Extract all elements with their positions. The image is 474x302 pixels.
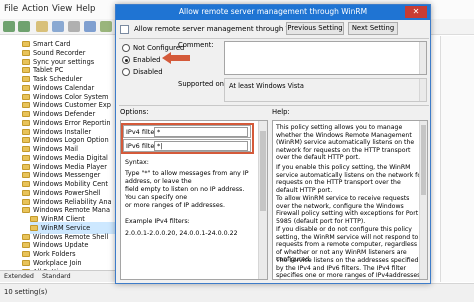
not-configured-label: Not Configured (133, 44, 185, 52)
disabled-label: Disabled (133, 68, 163, 76)
help-paragraph-1: This policy setting allows you to manage… (276, 124, 415, 162)
policy-tree[interactable]: Smart Card Sound Recorder Sync your settin… (0, 36, 116, 282)
help-paragraph-5: The service listens on the addresses spe… (276, 257, 423, 280)
help-label: Help: (272, 108, 290, 116)
status-text: 10 setting(s) (4, 288, 48, 296)
help-paragraph-2: If you enable this policy setting, the W… (276, 164, 424, 194)
export-list-icon[interactable] (68, 21, 80, 32)
syntax-line-2: field empty to listen on no IP address. … (125, 186, 245, 201)
supported-on-value: At least Windows Vista (229, 82, 304, 90)
options-label: Options: (120, 108, 149, 116)
red-arrow-annotation (162, 52, 190, 64)
previous-setting-button[interactable]: Previous Setting (286, 22, 344, 35)
radio-not-configured[interactable]: Not Configured (122, 44, 184, 52)
options-scrollbar[interactable] (258, 121, 267, 279)
radio-disabled[interactable]: Disabled (122, 68, 163, 76)
show-hide-tree-icon[interactable] (52, 21, 64, 32)
filter-highlight-annotation (121, 123, 254, 154)
options-panel: IPv4 filter: * IPv6 filter: *| Syntax: T… (120, 120, 268, 280)
radio-enabled[interactable]: Enabled (122, 56, 160, 64)
supported-scrollbar[interactable] (419, 79, 426, 101)
enabled-label: Enabled (133, 56, 161, 64)
supported-on-label: Supported on: (178, 80, 227, 88)
syntax-example-heading: Example IPv4 filters: (125, 218, 190, 225)
folder-icon (22, 207, 30, 214)
supported-on-box: At least Windows Vista (224, 78, 427, 102)
disabled-radio[interactable] (122, 68, 130, 76)
menu-action[interactable]: Action (22, 4, 49, 14)
syntax-line-3: or more ranges of IP addresses. (125, 202, 225, 209)
comment-textbox[interactable] (224, 41, 427, 75)
comment-label: Comment: (178, 41, 214, 49)
next-setting-button[interactable]: Next Setting (348, 22, 398, 35)
options-scroll-thumb[interactable] (260, 131, 266, 211)
menu-help[interactable]: Help (76, 4, 95, 14)
menu-view[interactable]: View (52, 4, 72, 14)
view-tabs[interactable]: Extended Standard (0, 270, 116, 282)
not-configured-radio[interactable] (122, 44, 130, 52)
help-icon[interactable] (84, 21, 96, 32)
policy-header-title: Allow remote server management through W… (134, 25, 310, 33)
help-panel: This policy setting allows you to manage… (272, 120, 428, 280)
right-pane-edge (440, 36, 474, 282)
header-divider (119, 38, 429, 39)
tab-standard[interactable]: Standard (42, 273, 71, 280)
dialog-titlebar[interactable]: Allow remote server management through W… (116, 5, 430, 20)
help-scrollbar[interactable] (419, 121, 427, 279)
back-icon[interactable] (3, 21, 15, 32)
policy-dialog: Allow remote server management through W… (115, 4, 431, 284)
syntax-line-1: Type "*" to allow messages from any IP a… (125, 170, 249, 185)
close-icon[interactable]: ✕ (405, 6, 427, 18)
tab-extended[interactable]: Extended (4, 273, 34, 280)
dialog-title: Allow remote server management through W… (178, 7, 368, 16)
enabled-radio[interactable] (122, 56, 130, 64)
help-scroll-thumb[interactable] (421, 125, 426, 195)
filter-icon[interactable] (100, 21, 112, 32)
syntax-example: 2.0.0.1-2.0.0.20, 24.0.0.1-24.0.0.22 (125, 230, 238, 237)
forward-icon[interactable] (18, 21, 30, 32)
help-paragraph-3: To allow WinRM service to receive reques… (276, 195, 419, 225)
policy-setting-icon (120, 25, 129, 34)
menu-file[interactable]: File (4, 4, 18, 14)
comment-scrollbar[interactable] (419, 42, 426, 74)
status-bar: 10 setting(s) (0, 283, 474, 302)
syntax-heading: Syntax: (125, 159, 149, 166)
folder-up-icon[interactable] (36, 21, 48, 32)
section-divider (119, 105, 429, 106)
